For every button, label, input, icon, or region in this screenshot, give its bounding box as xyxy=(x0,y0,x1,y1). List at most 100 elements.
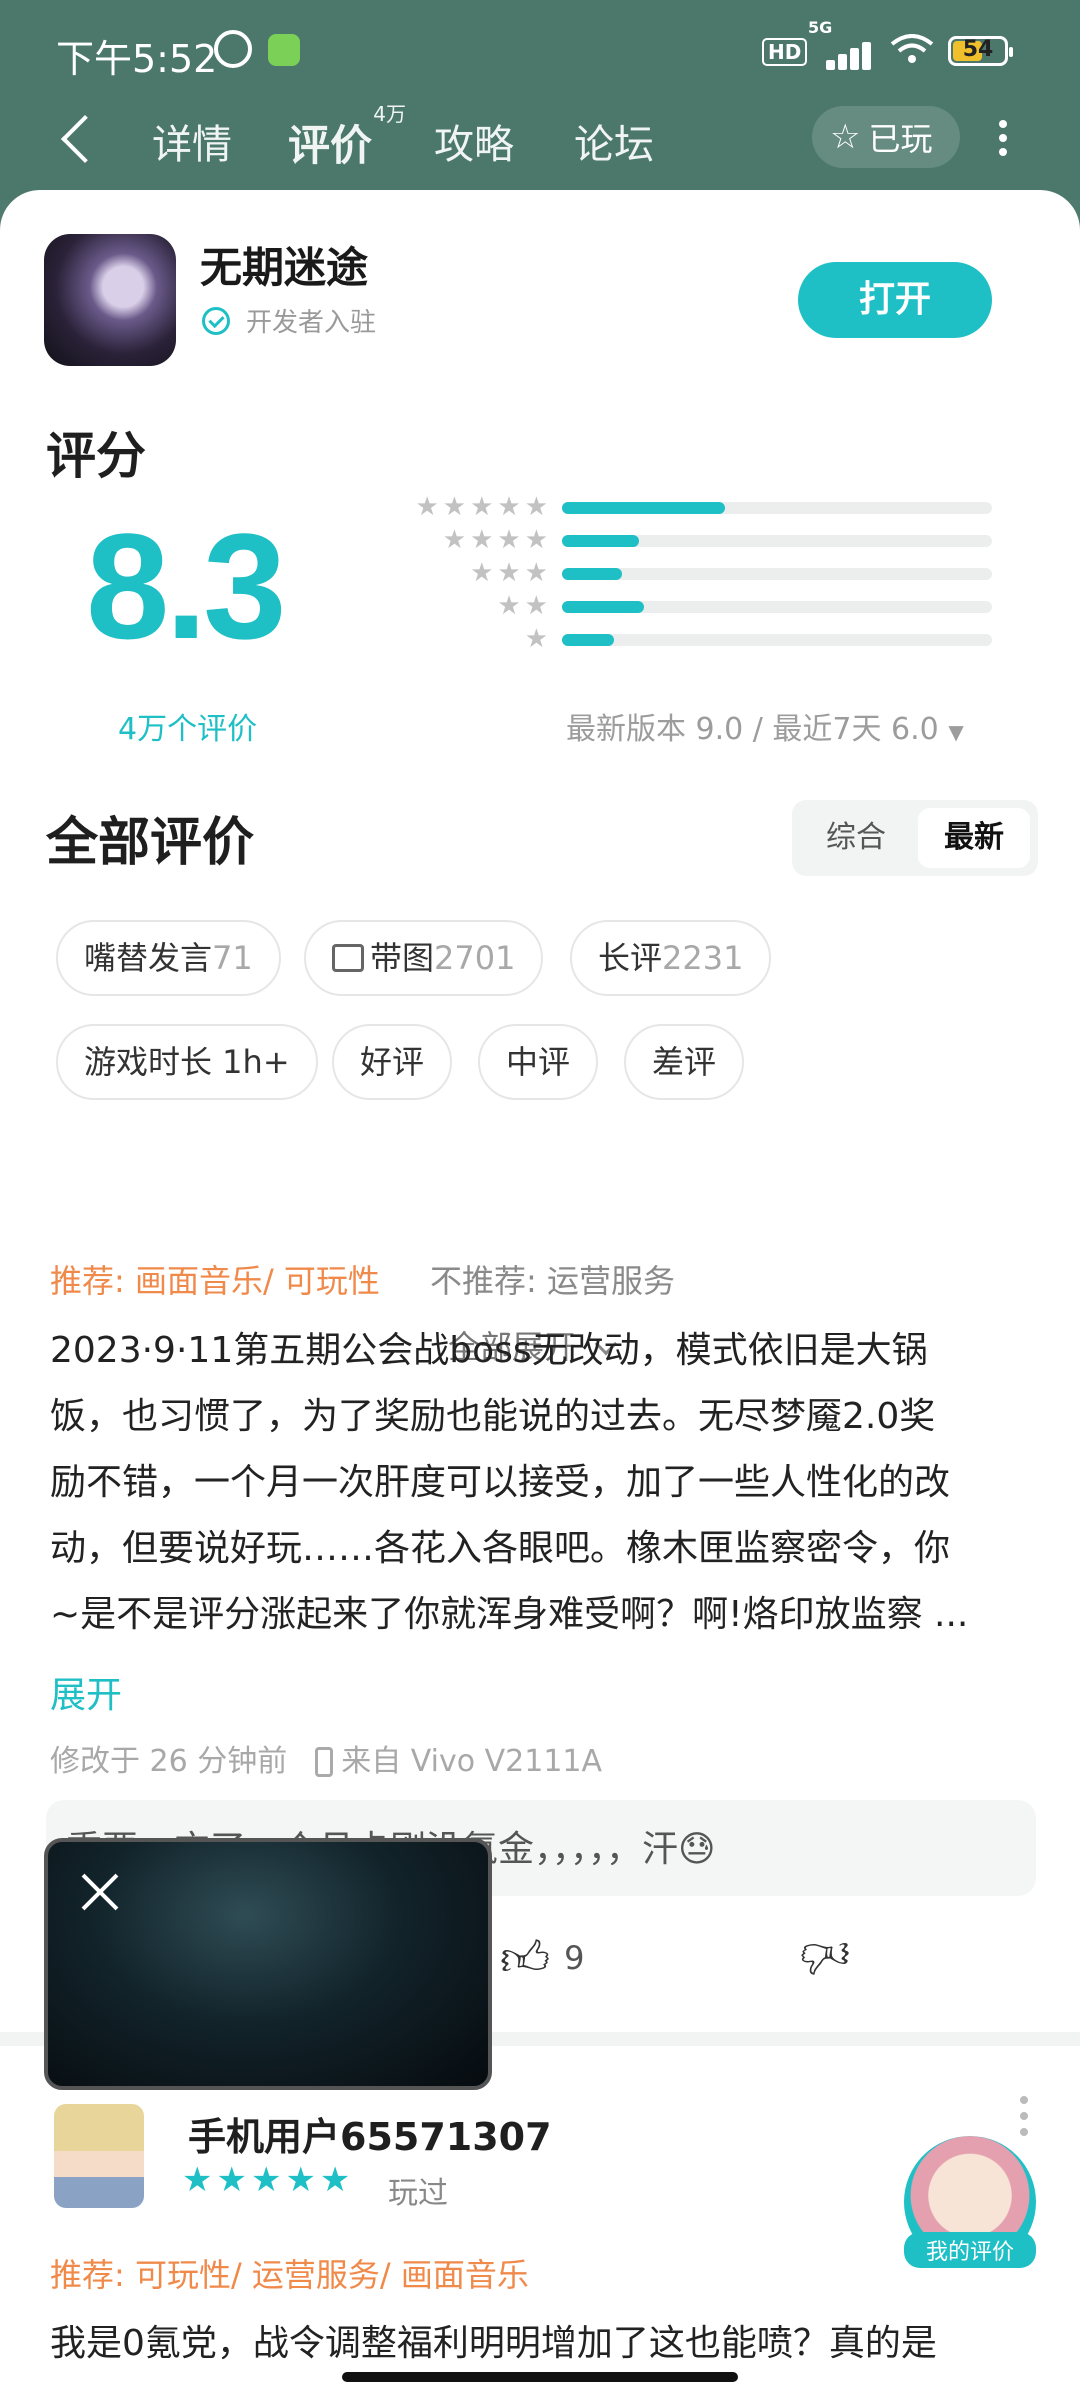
star-icon: ★★★★★ xyxy=(415,492,552,522)
home-indicator[interactable] xyxy=(342,2372,738,2382)
back-icon[interactable] xyxy=(60,114,110,164)
rating-count: 4万个评价 xyxy=(118,712,258,747)
reviewer-name[interactable]: 手机用户65571307 xyxy=(188,2106,552,2161)
review-expand-link[interactable]: 展开 xyxy=(50,1666,122,1718)
rating-bar-track xyxy=(562,502,992,514)
rating-row-4-star: ★★★★ xyxy=(360,525,1000,558)
avatar[interactable] xyxy=(54,2104,144,2208)
developer-verified-label: 开发者入驻 xyxy=(246,308,377,338)
chip-quotes-count: 71 xyxy=(212,939,253,977)
tab-details[interactable]: 详情 xyxy=(152,112,232,170)
more-icon[interactable] xyxy=(998,114,1008,164)
thumb-up-icon: 👍︎ xyxy=(500,1931,551,1987)
like-button[interactable]: 👍︎ 9 xyxy=(500,1930,585,1988)
rating-bar-track xyxy=(562,535,992,547)
chip-quotes-label: 嘴替发言 xyxy=(84,939,213,977)
chip-long-count: 2231 xyxy=(662,939,744,977)
review-not-recommend: 不推荐: 运营服务 xyxy=(430,1262,675,1300)
alarm-icon xyxy=(214,30,252,68)
review-recommend: 推荐: 画面音乐/ 可玩性 xyxy=(50,1262,380,1300)
signal-icon xyxy=(818,40,878,70)
chip-negative[interactable]: 差评 xyxy=(624,1024,745,1100)
chip-with-images-count: 2701 xyxy=(434,939,516,977)
review-device: 来自 Vivo V2111A xyxy=(341,1744,603,1779)
chip-positive[interactable]: 好评 xyxy=(332,1024,453,1100)
rating-row-2-star: ★★ xyxy=(360,591,1000,624)
rating-distribution: ★★★★★ ★★★★ ★★★ ★★ ★ xyxy=(360,492,1000,657)
chip-neutral[interactable]: 中评 xyxy=(478,1024,599,1100)
sort-toggle: 综合 最新 xyxy=(792,800,1038,876)
wifi-icon xyxy=(890,34,934,63)
app-icon[interactable] xyxy=(44,234,176,366)
version-rating-label: 最新版本 9.0 / 最近7天 6.0 xyxy=(566,712,939,747)
review-line: 动，但要说好玩……各花入各眼吧。橡木匣监察密令，你 xyxy=(50,1528,951,1569)
like-count: 9 xyxy=(564,1939,585,1977)
tab-reviews[interactable]: 评价 4万 xyxy=(288,102,406,173)
network-type-icon: 5G xyxy=(808,18,833,37)
tab-reviews-label: 评价 xyxy=(288,121,373,170)
rating-bar-fill xyxy=(562,634,614,646)
review-line: 励不错，一个月一次肝度可以接受，加了一些人性化的改 xyxy=(50,1462,951,1503)
rating-bar-track xyxy=(562,634,992,646)
notification-app-icon xyxy=(268,34,300,66)
floating-video-player[interactable] xyxy=(44,1838,492,2090)
verified-check-icon xyxy=(202,306,230,335)
rating-bar-track xyxy=(562,568,992,580)
chip-with-images[interactable]: 带图2701 xyxy=(304,920,544,996)
thumb-down-icon[interactable]: 👍︎ xyxy=(800,1926,850,1984)
star-icon: ★★★★ xyxy=(442,525,552,555)
version-rating[interactable]: 最新版本 9.0 / 最近7天 6.0 ▼ xyxy=(566,704,964,748)
sort-option-latest[interactable]: 最新 xyxy=(918,808,1030,868)
top-bar: 下午5:52 HD 5G 54 详情 评价 4万 攻略 论坛 ☆ 已玩 xyxy=(0,0,1080,200)
battery-level: 54 xyxy=(962,37,994,62)
rating-score: 8.3 xyxy=(86,502,287,670)
developer-verified: 开发者入驻 xyxy=(202,302,376,339)
played-tag: 玩过 xyxy=(388,2176,448,2211)
review-more-icon[interactable] xyxy=(1020,2096,1030,2144)
review-modified: 修改于 26 分钟前 xyxy=(50,1744,288,1779)
rating-title: 评分 xyxy=(46,427,146,485)
close-icon[interactable] xyxy=(80,1872,120,1912)
nav-bar: 详情 评价 4万 攻略 论坛 ☆ 已玩 xyxy=(0,100,1080,190)
chip-long[interactable]: 长评2231 xyxy=(570,920,772,996)
review2-recommend: 推荐: 可玩性/ 运营服务/ 画面音乐 xyxy=(50,2256,529,2294)
rating-bar-track xyxy=(562,601,992,613)
rating-bar-fill xyxy=(562,568,623,580)
review-line: ~是不是评分涨起来了你就浑身难受啊？啊!烙印放监察 ... xyxy=(50,1594,969,1635)
rating-row-1-star: ★ xyxy=(360,624,1000,657)
chip-quotes[interactable]: 嘴替发言71 xyxy=(56,920,281,996)
chip-with-images-label: 带图 xyxy=(370,939,435,977)
star-icon: ★★★ xyxy=(470,558,552,588)
rating-bar-fill xyxy=(562,535,640,547)
image-icon xyxy=(332,944,364,972)
hd-icon: HD xyxy=(762,38,808,66)
tab-guides[interactable]: 攻略 xyxy=(434,112,514,170)
phone-icon xyxy=(315,1747,334,1777)
review-line: 饭，也习惯了，为了奖励也能说的过去。无尽梦魇2.0奖 xyxy=(50,1396,936,1437)
star-icon: ★ xyxy=(524,624,552,654)
status-time: 下午5:52 xyxy=(56,37,218,81)
sort-option-overall[interactable]: 综合 xyxy=(800,808,912,868)
battery-icon: 54 xyxy=(948,36,1013,66)
tab-forum[interactable]: 论坛 xyxy=(574,112,654,170)
status-bar: 下午5:52 HD 5G 54 xyxy=(0,0,1080,100)
rating-row-3-star: ★★★ xyxy=(360,558,1000,591)
open-button[interactable]: 打开 xyxy=(798,262,992,338)
review2-text: 我是0氪党，战令调整福利明明增加了这也能喷？真的是 xyxy=(50,2323,937,2364)
rating-bar-fill xyxy=(562,502,726,514)
tab-reviews-count: 4万 xyxy=(373,102,407,126)
review-line: 2023·9·11第五期公会战boss无改动，模式依旧是大锅 xyxy=(50,1330,928,1371)
rating-bar-fill xyxy=(562,601,644,613)
played-label: 已玩 xyxy=(868,120,933,158)
review-meta: 修改于 26 分钟前 来自 Vivo V2111A xyxy=(50,1736,602,1780)
dropdown-triangle-icon: ▼ xyxy=(948,720,964,744)
app-name[interactable]: 无期迷途 xyxy=(200,234,368,295)
chip-playtime[interactable]: 游戏时长 1h+ xyxy=(56,1024,318,1100)
chip-long-label: 长评 xyxy=(598,939,663,977)
played-button[interactable]: ☆ 已玩 xyxy=(812,106,960,168)
star-icon: ★★ xyxy=(497,591,552,621)
reviewer-stars: ★★★★★ xyxy=(182,2160,355,2200)
rating-row-5-star: ★★★★★ xyxy=(360,492,1000,525)
star-outline-icon: ☆ xyxy=(830,117,861,157)
my-rating-button[interactable]: 我的评价 xyxy=(904,2232,1036,2268)
